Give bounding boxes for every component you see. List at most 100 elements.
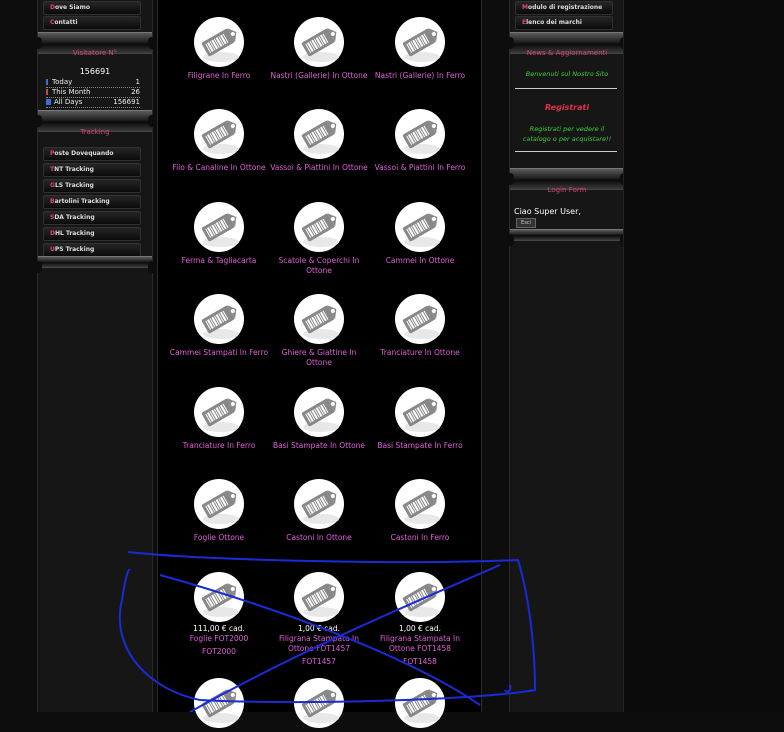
price-tag-icon[interactable] [294,678,344,728]
login-box-title: Login Form [547,186,587,194]
menu-item-contatti[interactable]: Contatti [43,16,141,30]
price-tag-icon[interactable] [194,387,244,437]
product-name[interactable]: Foglie FOT2000 [169,634,269,644]
register-text: Registrati per vedere il catalogo o per … [522,125,612,143]
product-code: FOT1457 [302,657,336,666]
tracking-bartolini[interactable]: Bartolini Tracking [43,195,141,209]
product-card[interactable]: Castoni In Ottone [269,479,369,543]
price-tag-icon[interactable] [395,202,445,252]
product-name[interactable]: Nastri (Gallerie) In Ferro [370,71,470,81]
price-tag-icon[interactable] [395,572,445,622]
product-grid: Filigrane In Ferro Nastri (Gallerie) In O… [157,0,482,728]
price-tag-icon[interactable] [194,678,244,728]
visitor-box-title: Visitatore N° [72,49,118,57]
visitor-row-today: Today 1 [46,78,140,88]
price-tag-icon[interactable] [395,479,445,529]
product-name[interactable]: Vassoi & Piattini In Ottone [269,163,369,173]
product-name[interactable]: Scatole & Coperchi In Ottone [269,256,369,276]
priced-product-card[interactable]: 1,00 € cad. Filigrana Stampata In Ottone … [370,572,470,667]
product-name[interactable]: Basi Stampate In Ferro [370,441,470,451]
product-card[interactable]: Cammei Stampati In Ferro [169,294,269,358]
tracking-dhl[interactable]: DHL Tracking [43,227,141,241]
product-price: 1,00 € cad. [297,624,341,633]
tracking-gls[interactable]: GLS Tracking [43,179,141,193]
product-card[interactable] [169,678,269,728]
product-name[interactable]: Castoni In Ferro [370,533,470,543]
login-greeting: Ciao Super User, [514,207,581,216]
box-separator [34,256,156,273]
price-tag-icon[interactable] [395,678,445,728]
price-tag-icon[interactable] [294,202,344,252]
product-card[interactable]: Tranciature In Ottone [370,294,470,358]
product-name[interactable]: Ghiere & Giattine In Ottone [269,348,369,368]
logout-button[interactable]: Esci [516,218,536,228]
product-name[interactable]: Filo & Canaline In Ottone [169,163,269,173]
menu-item-elenco-marchi[interactable]: Elenco dei marchi [515,16,613,30]
tracking-poste[interactable]: Poste Dovequando [43,147,141,161]
product-card[interactable]: Basi Stampate In Ferro [370,387,470,451]
price-tag-icon[interactable] [194,572,244,622]
product-name[interactable]: Cammei In Ottone [370,256,470,266]
price-tag-icon[interactable] [194,294,244,344]
price-tag-icon[interactable] [294,479,344,529]
product-card[interactable]: Filigrane In Ferro [169,17,269,81]
product-card[interactable]: Cammei In Ottone [370,202,470,266]
priced-product-card[interactable]: 1,00 € cad. Filigrana Stampata In Ottone … [269,572,369,667]
product-name[interactable]: Filigrane In Ferro [169,71,269,81]
product-name[interactable]: Filigrana Stampata In Ottone FOT1457 [269,634,369,654]
product-name[interactable]: Tranciature In Ferro [169,441,269,451]
product-card[interactable]: Ghiere & Giattine In Ottone [269,294,369,368]
product-card[interactable] [370,678,470,728]
price-tag-icon[interactable] [395,109,445,159]
menu-item-modulo-registrazione[interactable]: Modulo di registrazione [515,1,613,15]
price-tag-icon[interactable] [194,17,244,67]
price-tag-icon[interactable] [294,572,344,622]
product-name[interactable]: Castoni In Ottone [269,533,369,543]
product-card[interactable]: Vassoi & Piattini In Ottone [269,109,369,173]
visitor-row-all-days: All Days 156691 [46,98,140,108]
tracking-sda[interactable]: SDA Tracking [43,211,141,225]
product-name[interactable]: Filigrana Stampata In Ottone FOT1458 [370,634,470,654]
price-tag-icon[interactable] [194,109,244,159]
product-card[interactable]: Filo & Canaline In Ottone [169,109,269,173]
product-name[interactable]: Ferma & Tagliacarta [169,256,269,266]
product-card[interactable]: Vassoi & Piattini In Ferro [370,109,470,173]
product-name[interactable]: Tranciature In Ottone [370,348,470,358]
product-name[interactable]: Basi Stampate In Ottone [269,441,369,451]
product-card[interactable]: Castoni In Ferro [370,479,470,543]
product-card[interactable]: Nastri (Gallerie) In Ferro [370,17,470,81]
product-code: FOT2000 [202,647,236,656]
product-card[interactable]: Basi Stampate In Ottone [269,387,369,451]
price-tag-icon[interactable] [194,479,244,529]
price-tag-icon[interactable] [294,294,344,344]
product-code: FOT1458 [403,657,437,666]
page-background [623,0,784,712]
tracking-tnt[interactable]: TNT Tracking [43,163,141,177]
price-tag-icon[interactable] [294,109,344,159]
box-separator [506,229,628,246]
register-title[interactable]: Registrati [510,103,624,112]
price-tag-icon[interactable] [194,202,244,252]
product-card[interactable]: Tranciature In Ferro [169,387,269,451]
tracking-box-title: Tracking [80,128,110,136]
news-box-title: News & Aggiornamenti [526,49,608,57]
priced-product-card[interactable]: 111,00 € cad. Foglie FOT2000 FOT2000 [169,572,269,657]
left-sidebar: Dove Siamo Contatti Visitatore N° 156691… [34,0,156,712]
divider [515,151,617,152]
tracking-ups[interactable]: UPS Tracking [43,243,141,257]
product-card[interactable] [269,678,369,728]
price-tag-icon[interactable] [395,17,445,67]
product-name[interactable]: Vassoi & Piattini In Ferro [370,163,470,173]
product-name[interactable]: Foglie Ottone [169,533,269,543]
product-card[interactable]: Nastri (Gallerie) In Ottone [269,17,369,81]
product-card[interactable]: Foglie Ottone [169,479,269,543]
product-card[interactable]: Scatole & Coperchi In Ottone [269,202,369,276]
price-tag-icon[interactable] [294,387,344,437]
price-tag-icon[interactable] [395,294,445,344]
price-tag-icon[interactable] [395,387,445,437]
price-tag-icon[interactable] [294,17,344,67]
menu-item-dove-siamo[interactable]: Dove Siamo [43,1,141,15]
product-name[interactable]: Cammei Stampati In Ferro [169,348,269,358]
product-card[interactable]: Ferma & Tagliacarta [169,202,269,266]
product-name[interactable]: Nastri (Gallerie) In Ottone [269,71,369,81]
